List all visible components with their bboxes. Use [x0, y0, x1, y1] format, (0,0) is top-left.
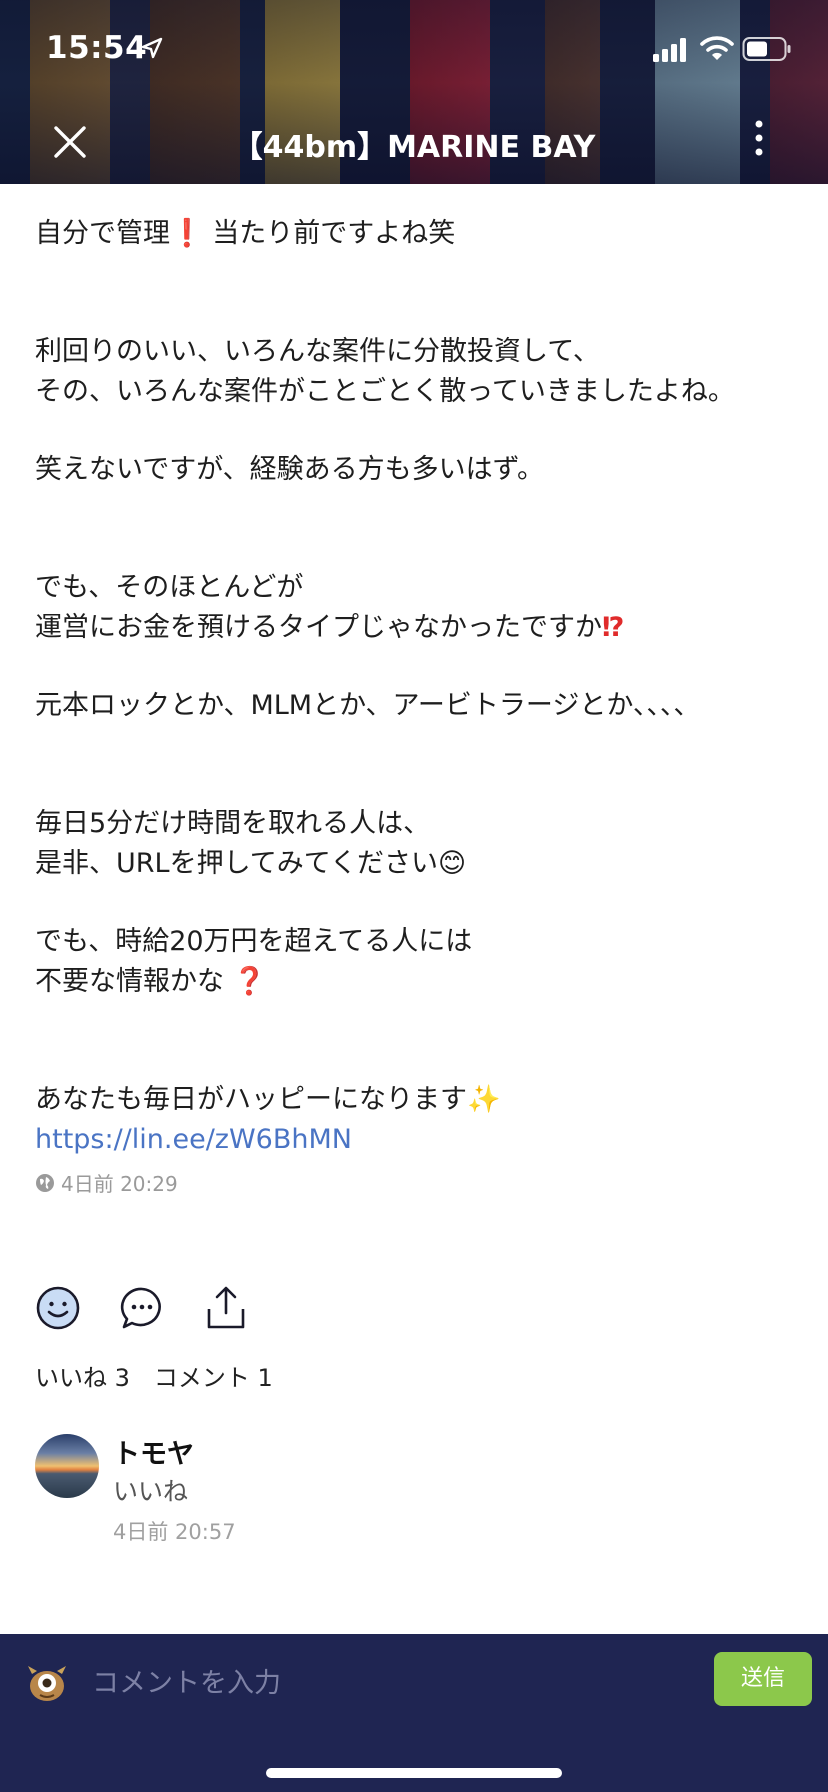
signal-icon	[653, 38, 686, 62]
location-arrow-icon	[141, 37, 163, 59]
post-line: でも、そのほとんどが	[35, 572, 304, 603]
post-line: 不要な情報かな ❓	[35, 962, 795, 1002]
post-line: その、いろんな案件がことごとく散っていきましたよね。	[35, 376, 735, 407]
post-line: あなたも毎日がハッピーになります✨	[35, 1080, 795, 1120]
battery-icon	[742, 37, 791, 61]
post-line: でも、時給20万円を超えてる人には	[35, 926, 473, 957]
post-header: 15:54 【44bm】MARINE BAY	[0, 0, 828, 184]
monster-avatar-icon[interactable]	[26, 1662, 68, 1704]
page-title: 【44bm】MARINE BAY	[232, 130, 596, 165]
post-text: 自分で管理	[35, 218, 170, 249]
send-button[interactable]: 送信	[714, 1652, 812, 1706]
close-icon[interactable]	[50, 122, 90, 162]
comment-text: いいね	[113, 1477, 189, 1506]
post-actions	[35, 1285, 249, 1331]
comment-composer: 送信	[0, 1634, 828, 1792]
post-line: 毎日5分だけ時間を取れる人は、	[35, 808, 431, 839]
smiley-icon[interactable]	[35, 1285, 81, 1331]
status-time: 15:54	[46, 30, 148, 66]
home-indicator[interactable]	[266, 1768, 562, 1778]
post-line: 笑えないですが、経験ある方も多いはず。	[35, 454, 544, 485]
likes-count[interactable]: いいね 3	[35, 1358, 130, 1393]
post-meta: 4日前 20:29	[35, 1168, 795, 1197]
post-body: 自分で管理❗ 当たり前ですよね笑 利回りのいい、いろんな案件に分散投資して、 そ…	[35, 214, 795, 1197]
sparkles-emoji-icon: ✨	[467, 1084, 501, 1115]
exclamation-emoji-icon: ❗	[170, 218, 204, 249]
post-line: 元本ロックとか、MLMとか、アービトラージとか、、、、	[35, 690, 701, 721]
comment-author[interactable]: トモヤ	[113, 1432, 194, 1471]
more-vertical-icon[interactable]	[744, 118, 774, 158]
interrobang-emoji-icon: ⁉	[602, 612, 625, 643]
question-emoji-icon: ❓	[232, 966, 267, 997]
post-line: 運営にお金を預けるタイプじゃなかったですか⁉	[35, 608, 795, 648]
comments-count[interactable]: コメント 1	[154, 1358, 273, 1393]
post-text: 当たり前ですよね笑	[212, 218, 456, 249]
comment-input[interactable]	[92, 1656, 692, 1710]
post-text: 是非、URLを押してみてください	[35, 848, 438, 879]
post-text: 運営にお金を預けるタイプじゃなかったですか	[35, 612, 602, 643]
post-text: 不要な情報かな	[35, 966, 224, 997]
wifi-icon	[700, 36, 734, 60]
comment-timestamp: 4日前 20:57	[113, 1520, 236, 1544]
smiling-face-emoji-icon: 😊	[437, 848, 467, 879]
post-link[interactable]: https://lin.ee/zW6BhMN	[35, 1120, 795, 1160]
share-icon[interactable]	[203, 1285, 249, 1331]
post-text: あなたも毎日がハッピーになります	[35, 1084, 467, 1115]
globe-icon	[36, 1173, 54, 1192]
post-line: 自分で管理❗ 当たり前ですよね笑	[35, 214, 795, 254]
post-line: 是非、URLを押してみてください😊	[35, 844, 795, 884]
reaction-counts: いいね 3 コメント 1	[35, 1358, 273, 1393]
status-bar: 15:54	[0, 0, 828, 100]
speech-bubble-icon[interactable]	[119, 1285, 165, 1331]
post-line: 利回りのいい、いろんな案件に分散投資して、	[35, 336, 600, 367]
post-timestamp: 4日前 20:29	[61, 1172, 178, 1196]
avatar[interactable]	[35, 1434, 99, 1498]
